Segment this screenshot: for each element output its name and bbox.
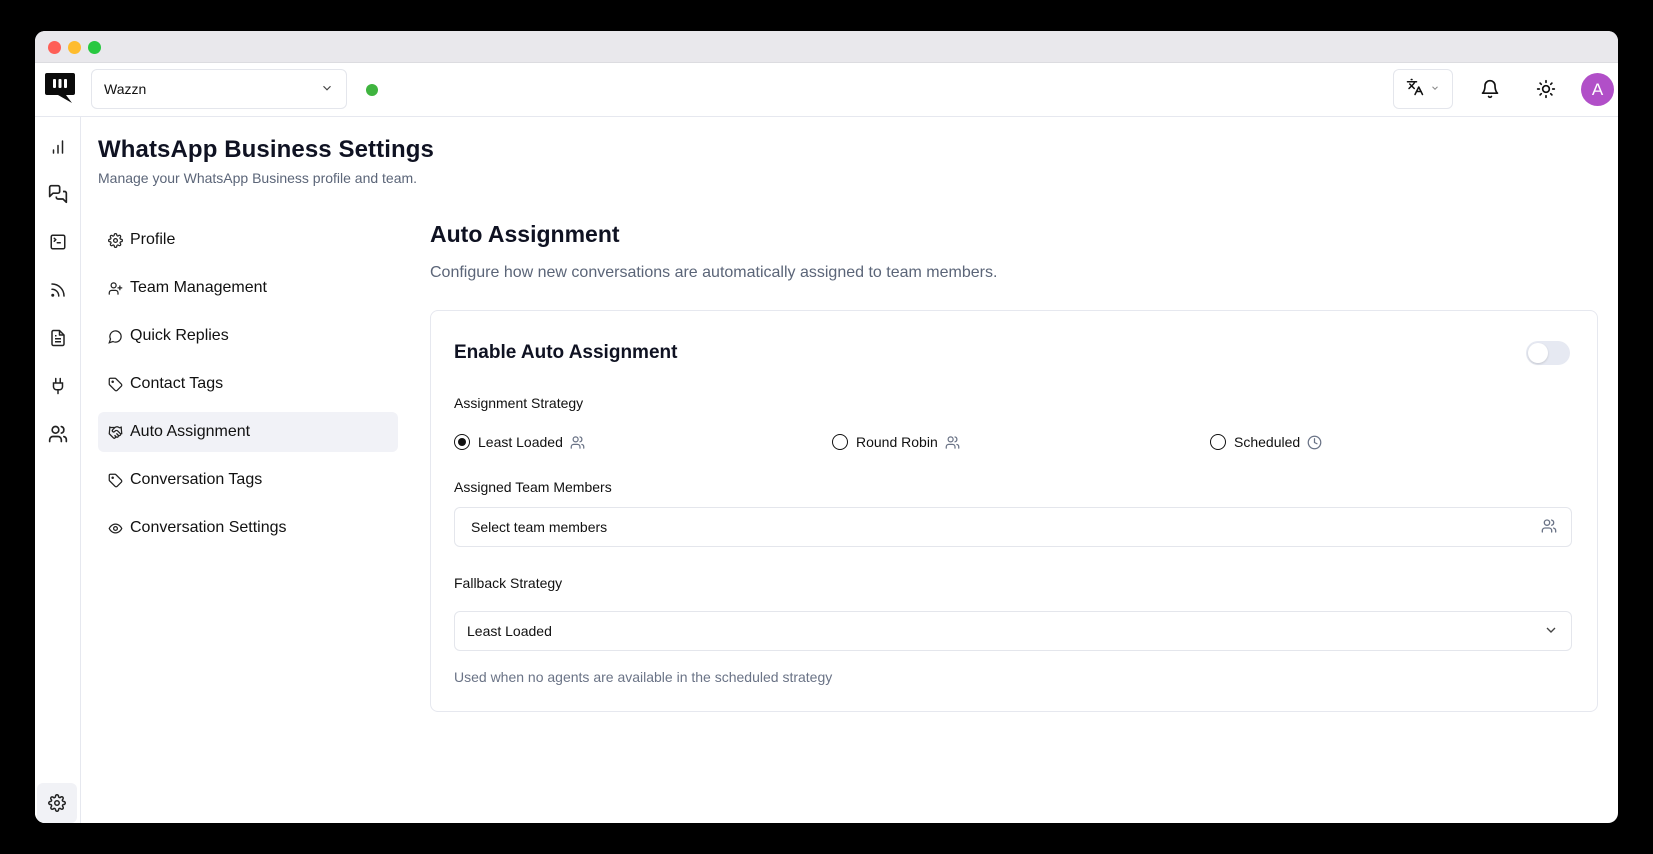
tag-icon <box>107 376 123 392</box>
theme-toggle-button[interactable] <box>1532 75 1560 103</box>
strategy-scheduled[interactable]: Scheduled <box>1210 430 1322 454</box>
radio-selected-dot <box>458 438 466 446</box>
message-circle-icon <box>107 328 123 344</box>
radio-button[interactable] <box>1210 434 1226 450</box>
nav-documents[interactable] <box>43 323 73 353</box>
strategy-label: Assignment Strategy <box>454 395 584 411</box>
users-icon <box>1541 518 1557 537</box>
eye-icon <box>107 520 123 536</box>
nav-label: Conversation Settings <box>130 519 287 536</box>
card-title: Enable Auto Assignment <box>454 342 678 363</box>
settings-nav-team-management[interactable]: Team Management <box>98 268 398 308</box>
page-title: WhatsApp Business Settings <box>98 136 434 163</box>
translate-icon <box>1406 78 1424 101</box>
title-bar <box>35 31 1618 63</box>
radio-button[interactable] <box>454 434 470 450</box>
settings-nav-auto-assignment[interactable]: Auto Assignment <box>98 412 398 452</box>
strategy-round-robin[interactable]: Round Robin <box>832 430 960 454</box>
nav-contacts[interactable] <box>43 419 73 449</box>
workspace-name: Wazzn <box>104 81 147 97</box>
sun-icon <box>1536 79 1556 99</box>
strategy-radio-group: Least Loaded Round Robin Scheduled <box>454 430 1574 454</box>
app-logo-icon[interactable] <box>44 71 76 105</box>
users-icon <box>48 425 68 443</box>
clock-icon <box>1307 435 1322 450</box>
settings-nav-contact-tags[interactable]: Contact Tags <box>98 364 398 404</box>
settings-nav: Profile Team Management Quick Replies Co… <box>98 220 398 556</box>
top-bar: Wazzn A <box>35 63 1618 117</box>
settings-nav-profile[interactable]: Profile <box>98 220 398 260</box>
radio-label: Least Loaded <box>478 434 563 450</box>
nav-analytics[interactable] <box>43 132 73 162</box>
page-subtitle: Manage your WhatsApp Business profile an… <box>98 170 418 186</box>
members-label: Assigned Team Members <box>454 479 612 495</box>
nav-integrations[interactable] <box>43 371 73 401</box>
team-members-placeholder: Select team members <box>471 519 608 535</box>
avatar-initial: A <box>1591 79 1604 99</box>
online-status-dot <box>366 84 378 96</box>
radio-button[interactable] <box>832 434 848 450</box>
nav-templates[interactable] <box>43 227 73 257</box>
workspace-select[interactable]: Wazzn <box>91 69 347 109</box>
nav-label: Conversation Tags <box>130 471 263 488</box>
settings-nav-conversation-tags[interactable]: Conversation Tags <box>98 460 398 500</box>
terminal-icon <box>50 234 66 250</box>
strategy-least-loaded[interactable]: Least Loaded <box>454 430 585 454</box>
team-members-select[interactable]: Select team members <box>454 507 1572 547</box>
fallback-strategy-select[interactable]: Least Loaded <box>454 611 1572 651</box>
enable-auto-assignment-toggle[interactable] <box>1526 341 1570 365</box>
radio-label: Round Robin <box>856 434 938 450</box>
maximize-window-button[interactable] <box>88 41 101 54</box>
notifications-button[interactable] <box>1476 75 1504 103</box>
rss-icon <box>51 283 65 297</box>
auto-assignment-card: Enable Auto Assignment Assignment Strate… <box>430 310 1598 712</box>
bell-icon <box>1481 79 1499 99</box>
plug-icon <box>52 377 64 395</box>
users-icon <box>570 435 585 450</box>
nav-chats[interactable] <box>43 179 73 209</box>
nav-label: Auto Assignment <box>130 423 251 440</box>
nav-label: Quick Replies <box>130 327 229 344</box>
radio-label: Scheduled <box>1234 434 1301 450</box>
nav-label: Profile <box>130 231 176 248</box>
user-avatar[interactable]: A <box>1581 73 1614 106</box>
section-title: Auto Assignment <box>430 221 620 247</box>
fallback-value: Least Loaded <box>467 623 552 639</box>
settings-nav-quick-replies[interactable]: Quick Replies <box>98 316 398 356</box>
bar-chart-icon <box>52 140 64 154</box>
nav-label: Contact Tags <box>130 375 224 392</box>
chevron-down-icon <box>320 81 334 98</box>
settings-nav-conversation-settings[interactable]: Conversation Settings <box>98 508 398 548</box>
chevron-down-icon <box>1543 622 1559 641</box>
nav-broadcasts[interactable] <box>43 275 73 305</box>
language-button[interactable] <box>1393 69 1453 109</box>
user-plus-icon <box>107 280 123 296</box>
nav-label: Team Management <box>130 279 267 296</box>
fallback-help-text: Used when no agents are available in the… <box>454 669 833 685</box>
handshake-icon <box>107 424 123 440</box>
section-subtitle: Configure how new conversations are auto… <box>430 264 998 281</box>
icon-rail <box>35 117 81 823</box>
gear-icon <box>48 794 66 812</box>
fallback-label: Fallback Strategy <box>454 575 563 591</box>
gear-icon <box>107 232 123 248</box>
toggle-knob <box>1528 343 1548 363</box>
file-text-icon <box>51 329 65 347</box>
close-window-button[interactable] <box>48 41 61 54</box>
users-icon <box>945 435 960 450</box>
nav-settings[interactable] <box>37 783 77 823</box>
minimize-window-button[interactable] <box>68 41 81 54</box>
chevron-down-icon <box>1430 80 1440 98</box>
chat-icon <box>48 184 68 204</box>
app-window: Wazzn A WhatsApp Business Settings Manag… <box>35 31 1618 823</box>
tag-icon <box>107 472 123 488</box>
